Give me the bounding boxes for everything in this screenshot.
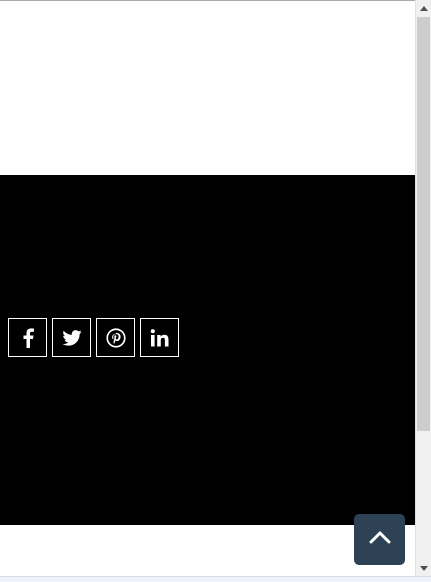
pinterest-button[interactable] xyxy=(96,318,135,357)
facebook-button[interactable] xyxy=(8,318,47,357)
twitter-icon xyxy=(61,329,82,346)
linkedin-button[interactable] xyxy=(140,318,179,357)
footer xyxy=(0,175,415,525)
scroll-thumb[interactable] xyxy=(417,17,430,431)
page xyxy=(0,0,431,582)
scroll-up-arrow[interactable] xyxy=(416,0,431,16)
scroll-down-arrow[interactable] xyxy=(416,560,431,576)
vertical-scrollbar[interactable] xyxy=(415,0,431,576)
content-area xyxy=(0,1,415,175)
back-to-top-button[interactable] xyxy=(354,514,405,565)
pinterest-icon xyxy=(105,327,126,348)
social-links xyxy=(8,318,179,357)
bottom-bar xyxy=(0,576,431,582)
page-content xyxy=(0,1,415,576)
twitter-button[interactable] xyxy=(52,318,91,357)
linkedin-icon xyxy=(150,328,170,347)
chevron-up-icon xyxy=(369,530,391,549)
facebook-icon xyxy=(22,327,34,348)
